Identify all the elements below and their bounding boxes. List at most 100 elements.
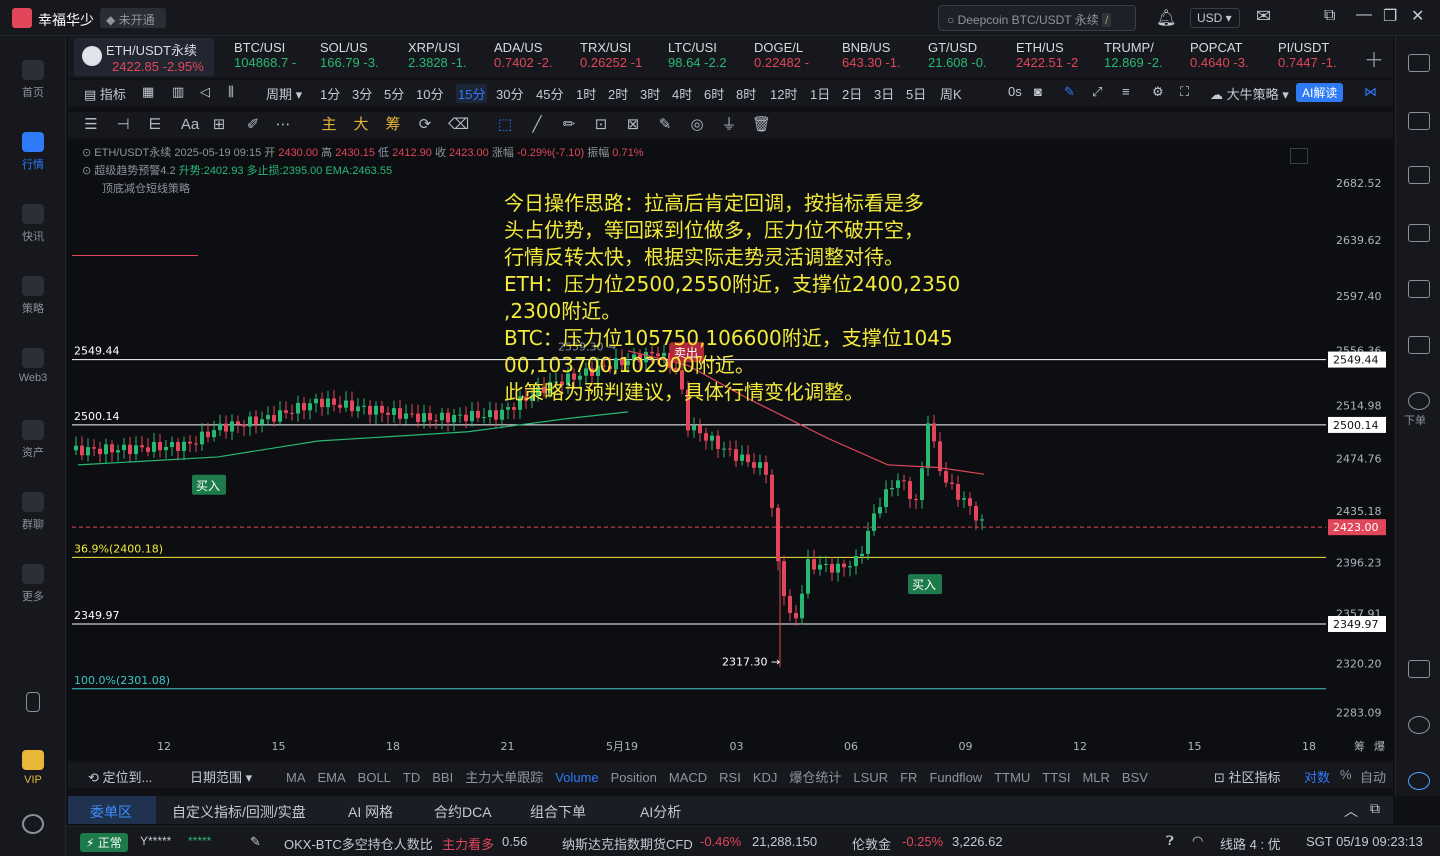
chart-area[interactable]: 2682.52 2639.62 2597.40 2556.36 2514.98 2474.… [68, 140, 1393, 760]
close-icon[interactable]: ✕ [1411, 6, 1424, 26]
brush-icon[interactable]: ✐ [244, 116, 262, 134]
camera-icon[interactable]: ◙ [1034, 84, 1042, 99]
document-icon[interactable] [1408, 112, 1430, 130]
help-icon[interactable]: ❓︎ [1166, 833, 1174, 849]
indicator-item[interactable]: TTMU [994, 770, 1030, 785]
maximize-icon[interactable]: ❐ [1383, 6, 1397, 26]
sidebar-item-news[interactable]: 快讯 [0, 204, 66, 244]
lock-icon[interactable]: ⊠ [624, 116, 642, 134]
sidebar-item-vip[interactable]: VIP [0, 750, 66, 786]
order-icon[interactable] [1408, 392, 1430, 410]
calendar-icon[interactable]: ▦ [142, 84, 154, 100]
gear-icon[interactable]: ⚙ [1152, 84, 1164, 100]
tf-item[interactable]: 6时 [704, 84, 724, 103]
ai-analysis-button[interactable]: AI解读 [1296, 83, 1344, 102]
account-status-badge[interactable]: ◆ 未开通 [100, 8, 166, 28]
collapse-icon[interactable]: ⊙ [82, 165, 91, 177]
ticker-tab[interactable]: TRUMP/12.869 -2. [1098, 38, 1182, 76]
ticker-tab[interactable]: ADA/US 0.7402 -2. [488, 38, 572, 76]
tf-item[interactable]: 3时 [640, 84, 660, 103]
tf-item[interactable]: 1日 [810, 84, 830, 103]
community-indicators[interactable]: ⊡ 社区指标 [1214, 767, 1281, 786]
indicator-button[interactable]: ▤ 指标 [84, 84, 126, 103]
main-tool[interactable]: 主 [320, 116, 338, 134]
sidebar-item-strategy[interactable]: 策略 [0, 276, 66, 316]
indicator-item[interactable]: TD [403, 770, 420, 785]
erase-icon[interactable]: ⌫ [448, 116, 469, 134]
network-line[interactable]: 线路 4 : 优 [1220, 834, 1281, 853]
ticker-tab[interactable]: PI/USDT 0.7447 -1. [1272, 38, 1356, 76]
popout-icon[interactable]: ⧉ [1370, 800, 1380, 817]
card-icon[interactable] [1408, 336, 1430, 354]
ticker-tab[interactable]: BTC/USI 104868.7 - [228, 38, 312, 76]
mail-icon[interactable]: ✉ [1256, 6, 1271, 27]
ticker-tab[interactable]: LTC/USI 98.64 -2.2 [662, 38, 746, 76]
share-icon[interactable]: ⋈ [1364, 84, 1377, 100]
rewind-icon[interactable]: ◁ [200, 84, 210, 100]
tf-item[interactable]: 12时 [770, 84, 797, 103]
tab-ai-grid[interactable]: AI 网格 [348, 802, 393, 822]
pencil-icon[interactable]: ✏ [560, 116, 578, 134]
chip-tool[interactable]: 筹 [384, 116, 402, 134]
candle-type-icon[interactable]: ⫼ [228, 84, 234, 100]
indicator-item[interactable]: LSUR [853, 770, 888, 785]
tf-item[interactable]: 3分 [352, 84, 372, 103]
tf-item[interactable]: 1时 [576, 84, 596, 103]
indicator-item[interactable]: Volume [555, 770, 598, 785]
trash-icon[interactable]: 🗑︎ [752, 116, 771, 134]
ticker-tab[interactable]: TRX/USI 0.26252 -1 [574, 38, 658, 76]
list-icon[interactable]: ≡ [1122, 84, 1130, 99]
indicator-item[interactable]: BOLL [358, 770, 391, 785]
refresh-icon[interactable]: ⟳ [416, 116, 434, 134]
edit-icon[interactable]: ✎ [250, 834, 261, 850]
sidebar-item-more[interactable]: 更多 [0, 564, 66, 604]
indicator-item[interactable]: TTSI [1042, 770, 1070, 785]
ticker-tab[interactable]: GT/USD 21.608 -0. [922, 38, 1006, 76]
sidebar-item-web3[interactable]: Web3 [0, 348, 66, 384]
indicator-item[interactable]: Position [611, 770, 657, 785]
currency-select[interactable]: USD ▾ [1190, 8, 1240, 28]
panel-icon[interactable] [1408, 660, 1430, 678]
tf-item[interactable]: 周K [940, 84, 962, 103]
minimize-icon[interactable]: — [1356, 6, 1372, 24]
expand-icon[interactable]: ⤢ [1092, 84, 1102, 100]
tab-custom-indicator[interactable]: 自定义指标/回测/实盘 [172, 802, 306, 822]
list-panel-icon[interactable] [1408, 54, 1430, 72]
tf-item[interactable]: 10分 [416, 84, 443, 103]
auto-toggle[interactable]: 自动 [1360, 767, 1386, 786]
chevron-up-icon[interactable]: ︿ [1344, 801, 1358, 821]
indicator-item[interactable]: MLR [1082, 770, 1109, 785]
tf-item[interactable]: 5日 [906, 84, 926, 103]
pen-icon[interactable]: ✎ [1064, 84, 1075, 100]
indicator-item[interactable]: RSI [719, 770, 741, 785]
indicator-item[interactable]: 主力大单跟踪 [465, 770, 543, 785]
ticker-tab[interactable]: BNB/US 643.30 -1. [836, 38, 920, 76]
ticker-tab[interactable]: DOGE/L 0.22482 - [748, 38, 832, 76]
dollar-icon[interactable] [1408, 166, 1430, 184]
locate-button[interactable]: ⟲ 定位到... [88, 767, 152, 786]
text-tool[interactable]: Aa [178, 116, 202, 134]
indicator-item[interactable]: BBI [432, 770, 453, 785]
ticker-tab[interactable]: ETH/US 2422.51 -2 [1010, 38, 1094, 76]
indicator-item[interactable]: MA [286, 770, 306, 785]
robot-assistant-icon[interactable] [1408, 772, 1430, 790]
tab-orders[interactable]: 委单区 [68, 796, 156, 824]
ticker-tab[interactable]: ETH/USDT永续 2422.85 -2.95% [74, 38, 214, 76]
indicator-item[interactable]: 爆仓统计 [789, 770, 841, 785]
tf-item[interactable]: 2日 [842, 84, 862, 103]
hline-icon[interactable]: ⊣ [114, 116, 132, 134]
phone-icon[interactable] [0, 692, 66, 716]
percent-toggle[interactable]: % [1340, 767, 1352, 782]
ticker-tab[interactable]: XRP/USI 2.3828 -1. [402, 38, 486, 76]
ticker-tab[interactable]: SOL/US 166.79 -3. [314, 38, 398, 76]
period-select[interactable]: 周期 ▾ [266, 84, 302, 103]
tab-combo-order[interactable]: 组合下单 [530, 802, 586, 822]
indicator-item[interactable]: MACD [669, 770, 707, 785]
filter-icon[interactable]: ⏚ [720, 116, 738, 134]
tf-item-active[interactable]: 15分 [456, 84, 488, 103]
add-ticker-icon[interactable]: ＋ [1364, 44, 1384, 73]
menu-icon[interactable]: ☰ [82, 116, 100, 134]
more-icon[interactable]: ⋯ [274, 116, 292, 134]
sidebar-item-chat[interactable]: 群聊 [0, 492, 66, 532]
settings-icon[interactable] [0, 814, 66, 838]
